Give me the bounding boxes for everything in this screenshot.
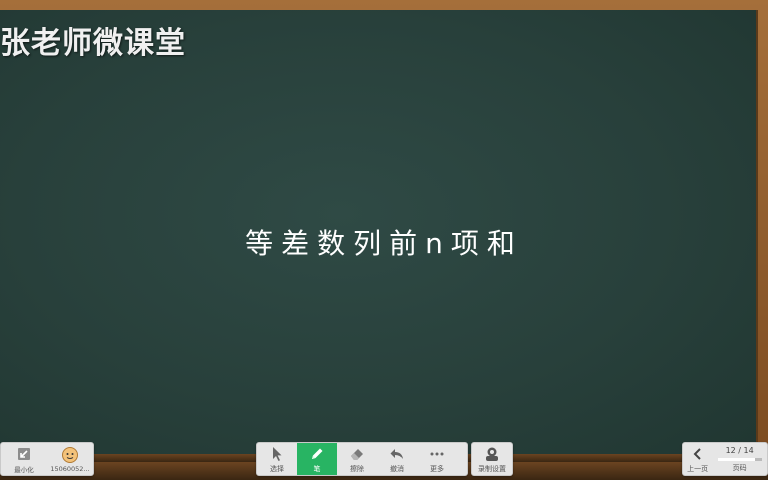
minimize-icon xyxy=(18,447,30,460)
more-button[interactable]: 更多 xyxy=(417,443,457,475)
page-number-label: 页码 xyxy=(732,463,747,472)
lesson-title: 等差数列前n项和 xyxy=(245,227,523,260)
minimize-button[interactable]: 最小化 xyxy=(1,443,47,475)
page-navigation: 上一页 12 / 14 页码 xyxy=(682,442,768,476)
undo-label: 撤消 xyxy=(390,464,404,473)
eraser-icon xyxy=(351,448,363,460)
page-progress-fill xyxy=(717,457,756,461)
pen-tool-label: 笔 xyxy=(313,464,321,473)
ellipsis-icon xyxy=(430,452,444,455)
user-account-button[interactable]: 15060052... xyxy=(47,443,93,475)
recorder-icon xyxy=(486,447,498,461)
record-settings-button[interactable]: 录制设置 xyxy=(472,443,512,475)
watermark-text: 张老师微课堂 xyxy=(0,26,186,61)
undo-button[interactable]: 撤消 xyxy=(377,443,417,475)
undo-icon xyxy=(390,448,403,459)
record-toolbar: 录制设置 xyxy=(471,442,513,476)
pen-tool-button[interactable]: 笔 xyxy=(297,443,337,475)
select-tool-button[interactable]: 选择 xyxy=(257,443,297,475)
chevron-left-icon xyxy=(693,447,701,460)
page-indicator[interactable]: 12 / 14 页码 xyxy=(712,443,767,475)
drawing-toolbar: 选择 笔 擦除 撤消 更多 xyxy=(256,442,468,476)
left-panel: 最小化 15060052... xyxy=(0,442,94,476)
more-label: 更多 xyxy=(430,464,444,473)
select-tool-label: 选择 xyxy=(270,464,284,473)
minimize-label: 最小化 xyxy=(14,465,34,474)
avatar-icon xyxy=(62,446,78,463)
record-settings-label: 录制设置 xyxy=(478,464,506,473)
prev-page-button[interactable]: 上一页 xyxy=(683,443,712,475)
user-label: 15060052... xyxy=(50,464,90,473)
page-counter: 12 / 14 xyxy=(725,445,754,455)
prev-page-label: 上一页 xyxy=(687,464,709,473)
page-progress-bar xyxy=(717,457,762,461)
eraser-tool-label: 擦除 xyxy=(350,464,364,473)
eraser-tool-button[interactable]: 擦除 xyxy=(337,443,377,475)
pencil-icon xyxy=(312,448,323,459)
cursor-icon xyxy=(273,446,282,461)
